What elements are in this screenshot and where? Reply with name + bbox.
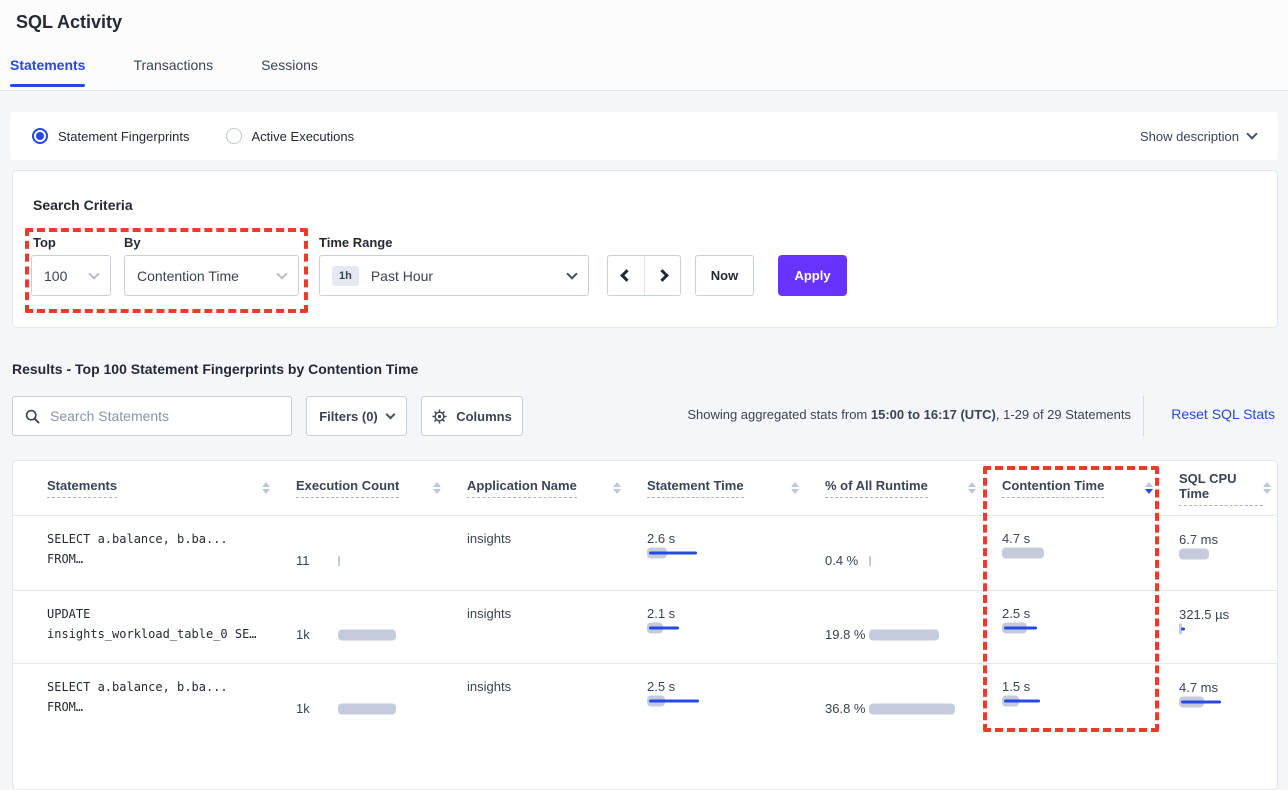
sort-icon[interactable] [613, 482, 621, 494]
sql-cpu-time-cell: 6.7 ms [1179, 516, 1277, 590]
statement-link[interactable]: UPDATE insights_workload_table_0 SE… [47, 591, 296, 663]
previous-time-window-button[interactable] [608, 256, 644, 295]
radio-statement-fingerprints[interactable]: Statement Fingerprints [32, 128, 190, 144]
top-select[interactable]: 100 [31, 255, 111, 296]
radio-label: Active Executions [252, 129, 355, 144]
execution-count-cell: 1k [296, 664, 467, 738]
radio-unselected-icon[interactable] [226, 128, 242, 144]
column-header-application-name[interactable]: Application Name [467, 478, 647, 498]
statement-time-cell: 2.6 s [647, 516, 825, 590]
by-label: By [124, 235, 141, 250]
statement-time-cell: 2.1 s [647, 591, 825, 663]
time-range-select[interactable]: 1h Past Hour [319, 255, 589, 296]
sort-icon[interactable] [262, 482, 270, 494]
sql-cpu-time-cell: 4.7 ms [1179, 664, 1277, 738]
contention-time-cell: 1.5 s [1002, 664, 1179, 738]
sort-icon-active-desc[interactable] [1145, 482, 1153, 494]
tab-sessions[interactable]: Sessions [261, 57, 318, 87]
show-description-label: Show description [1140, 129, 1239, 144]
column-header-statements[interactable]: Statements [47, 478, 296, 498]
execution-count-bar [338, 555, 434, 567]
columns-label: Columns [456, 409, 512, 424]
statement-link[interactable]: SELECT a.balance, b.ba... FROM… [47, 664, 296, 738]
application-name-cell: insights [467, 664, 647, 738]
page-title: SQL Activity [16, 12, 122, 33]
tabbar: Statements Transactions Sessions [10, 57, 318, 87]
aggregated-stats-text: Showing aggregated stats from 15:00 to 1… [687, 407, 1131, 422]
execution-count-cell: 11 [296, 516, 467, 590]
statement-search-box[interactable] [12, 396, 292, 436]
contention-time-cell: 4.7 s [1002, 516, 1179, 590]
view-mode-bar: Statement Fingerprints Active Executions… [10, 112, 1278, 160]
sort-icon[interactable] [791, 482, 799, 494]
search-icon [25, 409, 40, 424]
execution-count-bar [338, 629, 434, 641]
top-label: Top [33, 235, 56, 250]
column-header-sql-cpu-time[interactable]: SQL CPU Time [1179, 471, 1277, 506]
statement-time-cell: 2.5 s [647, 664, 825, 738]
application-name-cell: insights [467, 516, 647, 590]
table-row: UPDATE insights_workload_table_0 SE… 1k … [13, 590, 1277, 663]
search-criteria-card: Search Criteria Top 100 By Contention Ti… [12, 170, 1278, 328]
sort-icon[interactable] [433, 482, 441, 494]
table-row: SELECT a.balance, b.ba... FROM… 11 insig… [13, 515, 1277, 590]
runtime-pct-cell: 0.4 % [825, 516, 1002, 590]
now-button[interactable]: Now [695, 255, 754, 296]
time-range-label: Time Range [319, 235, 392, 250]
reset-sql-stats-link[interactable]: Reset SQL Stats [1171, 406, 1275, 422]
radio-label: Statement Fingerprints [58, 129, 190, 144]
table-row: SELECT a.balance, b.ba... FROM… 1k insig… [13, 663, 1277, 738]
filters-label: Filters (0) [319, 409, 378, 424]
page-header: SQL Activity Statements Transactions Ses… [0, 0, 1288, 91]
runtime-pct-bar [869, 555, 965, 567]
chevron-down-icon [276, 268, 287, 279]
chevron-down-icon [1246, 128, 1257, 139]
execution-count-cell: 1k [296, 591, 467, 663]
show-description-toggle[interactable]: Show description [1140, 129, 1256, 144]
gear-icon [432, 409, 447, 424]
sort-icon[interactable] [1263, 482, 1271, 494]
next-time-window-button[interactable] [644, 256, 680, 295]
radio-selected-icon[interactable] [32, 128, 48, 144]
search-criteria-title: Search Criteria [33, 197, 133, 213]
column-header-execution-count[interactable]: Execution Count [296, 478, 467, 498]
chevron-down-icon [385, 409, 395, 419]
columns-button[interactable]: Columns [421, 396, 523, 436]
sort-icon[interactable] [968, 482, 976, 494]
time-window-pager [607, 255, 681, 296]
application-name-cell: insights [467, 591, 647, 663]
radio-active-executions[interactable]: Active Executions [226, 128, 355, 144]
time-range-value: Past Hour [371, 268, 433, 284]
statements-table: Statements Execution Count Application N… [12, 460, 1278, 790]
statement-link[interactable]: SELECT a.balance, b.ba... FROM… [47, 516, 296, 590]
chevron-down-icon [566, 268, 577, 279]
apply-button[interactable]: Apply [778, 255, 847, 296]
search-input[interactable] [50, 408, 279, 424]
column-header-runtime-pct[interactable]: % of All Runtime [825, 478, 1002, 498]
table-header-row: Statements Execution Count Application N… [13, 461, 1277, 515]
runtime-pct-bar [869, 703, 965, 715]
chevron-left-icon [620, 269, 633, 282]
column-header-statement-time[interactable]: Statement Time [647, 478, 825, 498]
runtime-pct-cell: 36.8 % [825, 664, 1002, 738]
results-heading: Results - Top 100 Statement Fingerprints… [12, 361, 418, 377]
chevron-down-icon [88, 268, 99, 279]
sql-cpu-time-cell: 321.5 µs [1179, 591, 1277, 663]
runtime-pct-cell: 19.8 % [825, 591, 1002, 663]
by-select[interactable]: Contention Time [124, 255, 299, 296]
column-header-contention-time[interactable]: Contention Time [1002, 478, 1179, 498]
tab-transactions[interactable]: Transactions [133, 57, 213, 87]
contention-time-cell: 2.5 s [1002, 591, 1179, 663]
tab-statements[interactable]: Statements [10, 57, 85, 87]
top-select-value: 100 [44, 268, 67, 284]
filters-button[interactable]: Filters (0) [306, 396, 407, 436]
by-select-value: Contention Time [137, 268, 239, 284]
results-toolbar: Filters (0) Columns Showing aggregated s… [12, 396, 1278, 436]
chevron-right-icon [656, 269, 669, 282]
time-range-badge: 1h [332, 266, 359, 286]
divider [1143, 396, 1144, 436]
execution-count-bar [338, 703, 434, 715]
runtime-pct-bar [869, 629, 965, 641]
